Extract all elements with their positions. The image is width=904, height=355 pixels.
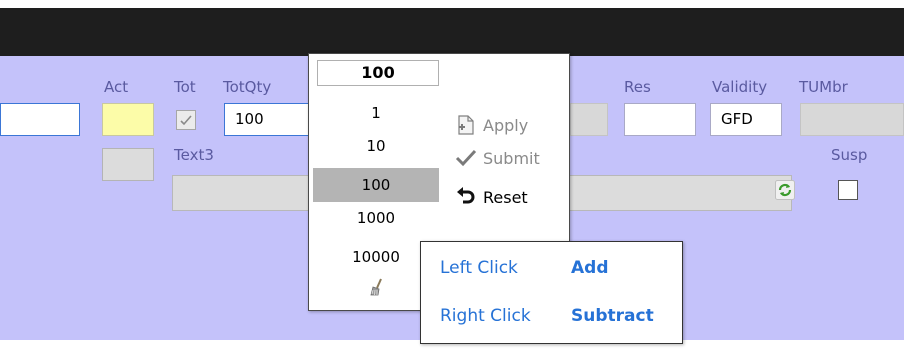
reset-undo-icon bbox=[455, 186, 477, 208]
susp-checkbox[interactable] bbox=[838, 180, 858, 200]
validity-value: GFD bbox=[721, 110, 753, 128]
act-label: Act bbox=[104, 78, 129, 96]
reset-button[interactable]: Reset bbox=[455, 183, 528, 211]
quantity-option-1000[interactable]: 1000 bbox=[313, 201, 439, 235]
tumbr-field bbox=[800, 103, 904, 136]
broom-icon[interactable] bbox=[369, 278, 385, 300]
validity-label: Validity bbox=[712, 78, 768, 96]
quantity-current[interactable]: 100 bbox=[317, 60, 439, 86]
apply-label: Apply bbox=[483, 115, 529, 135]
validity-field[interactable]: GFD bbox=[710, 103, 782, 136]
secondary-field bbox=[102, 148, 154, 181]
tooltip-left-action: Add bbox=[571, 258, 609, 278]
left-field[interactable] bbox=[0, 103, 80, 136]
apply-button[interactable]: Apply bbox=[455, 111, 528, 139]
quantity-option-10[interactable]: 10 bbox=[313, 129, 439, 163]
tumbr-label: TUMbr bbox=[799, 78, 848, 96]
top-strip bbox=[0, 0, 904, 8]
submit-button[interactable]: Submit bbox=[455, 144, 540, 172]
quantity-option-1[interactable]: 1 bbox=[313, 96, 439, 130]
tooltip-left-click: Left Click bbox=[440, 258, 518, 278]
reset-label: Reset bbox=[483, 187, 528, 207]
totqty-field[interactable]: 100 bbox=[224, 103, 312, 136]
susp-label: Susp bbox=[831, 146, 868, 164]
tot-checkbox[interactable] bbox=[176, 110, 196, 130]
totqty-value: 100 bbox=[235, 110, 264, 128]
apply-icon bbox=[455, 114, 477, 136]
refresh-icon[interactable] bbox=[775, 180, 795, 200]
tooltip-right-action: Subtract bbox=[571, 306, 654, 326]
res-label: Res bbox=[624, 78, 651, 96]
tot-label: Tot bbox=[174, 78, 196, 96]
submit-label: Submit bbox=[483, 148, 540, 168]
act-field[interactable] bbox=[102, 103, 154, 136]
res-field[interactable] bbox=[624, 103, 696, 136]
partial-field bbox=[570, 103, 608, 136]
submit-check-icon bbox=[455, 147, 477, 169]
click-tooltip: Left Click Add Right Click Subtract bbox=[420, 241, 683, 344]
totqty-label: TotQty bbox=[223, 78, 272, 96]
text3-label: Text3 bbox=[174, 146, 214, 164]
title-bar bbox=[0, 8, 904, 56]
check-mark-icon bbox=[180, 115, 192, 126]
tooltip-right-click: Right Click bbox=[440, 306, 531, 326]
quantity-option-100[interactable]: 100 bbox=[313, 168, 439, 202]
